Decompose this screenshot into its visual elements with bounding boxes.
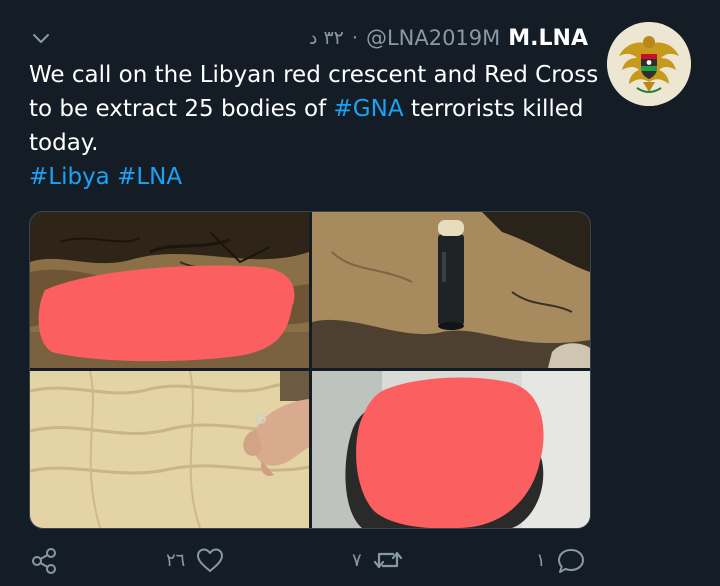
- photo-blanket[interactable]: [30, 371, 309, 528]
- like-count: ٢٦: [166, 549, 186, 571]
- hashtag-space: [110, 164, 117, 190]
- share-icon: [32, 548, 56, 574]
- display-name[interactable]: M.LNA: [508, 26, 588, 51]
- like-icon: [197, 548, 224, 572]
- like-button[interactable]: ٢٦: [166, 540, 225, 580]
- retweet-icon: [373, 551, 402, 569]
- hashtag-lna[interactable]: #LNA: [117, 164, 182, 190]
- reply-count: ١: [536, 549, 546, 571]
- separator-dot: ·: [351, 27, 358, 49]
- tweet-time[interactable]: ٣٢ د: [309, 27, 344, 49]
- hashtag-gna[interactable]: #GNA: [334, 96, 404, 122]
- share-button[interactable]: [30, 540, 58, 580]
- media-grid: [29, 211, 591, 529]
- user-handle[interactable]: @LNA2019M: [366, 26, 500, 50]
- retweet-count: ٧: [352, 549, 362, 571]
- retweet-button[interactable]: ٧: [352, 540, 404, 580]
- photo-burnt-ground[interactable]: [30, 212, 309, 368]
- avatar[interactable]: [607, 22, 691, 106]
- reply-button[interactable]: ١: [536, 540, 586, 580]
- tweet-actions: ٢٦ ٧ ١: [0, 540, 720, 580]
- tweet-header: ٣٢ د · @LNA2019M M.LNA: [309, 24, 588, 52]
- hashtag-libya[interactable]: #Libya: [29, 164, 110, 190]
- reply-icon: [557, 549, 584, 573]
- chevron-down-icon[interactable]: [30, 28, 52, 50]
- tweet-card[interactable]: ٣٢ د · @LNA2019M M.LNA We call on the Li…: [0, 0, 720, 586]
- tweet-text: We call on the Libyan red crescent and R…: [29, 58, 599, 194]
- photo-person-redacted[interactable]: [312, 371, 590, 528]
- photo-shell-casing[interactable]: [312, 212, 590, 368]
- eagle-emblem-icon: [607, 22, 691, 106]
